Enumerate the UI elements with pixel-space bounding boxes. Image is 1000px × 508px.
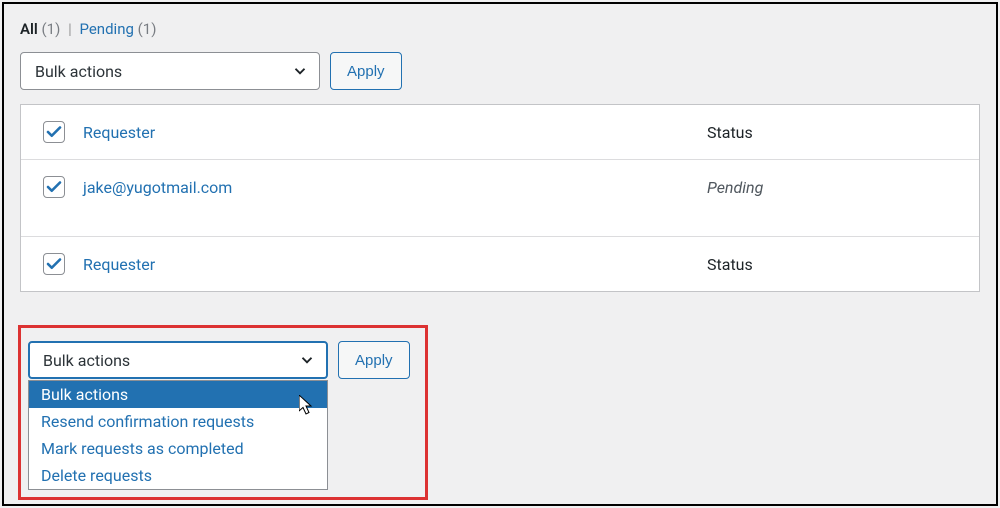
apply-button-top[interactable]: Apply — [330, 52, 402, 90]
bulk-select-value-bottom: Bulk actions — [43, 351, 130, 370]
header-requester-label: Requester — [83, 123, 155, 142]
row-requester-email: jake@yugotmail.com — [83, 178, 232, 197]
bulk-select-value-top: Bulk actions — [35, 62, 122, 81]
row-requester[interactable]: jake@yugotmail.com — [83, 178, 707, 197]
row-status: Pending — [707, 178, 957, 197]
tab-pending-label: Pending — [79, 20, 133, 38]
tab-separator: | — [68, 20, 72, 38]
tab-pending-count: (1) — [138, 20, 157, 38]
select-all-checkbox-top[interactable] — [43, 121, 65, 143]
tab-pending[interactable]: Pending (1) — [79, 20, 156, 38]
dropdown-option-delete[interactable]: Delete requests — [29, 462, 327, 489]
bulk-select-wrap-top: Bulk actions — [20, 52, 320, 90]
header-requester[interactable]: Requester — [83, 123, 707, 142]
chevron-down-icon — [298, 351, 316, 369]
chevron-down-icon — [291, 62, 309, 80]
page-container: All (1) | Pending (1) Bulk actions Apply — [2, 2, 998, 506]
row-checkbox[interactable] — [43, 176, 65, 198]
table-footer-row: Requester Status — [21, 237, 979, 291]
bulk-actions-select-top[interactable]: Bulk actions — [20, 52, 320, 90]
footer-requester[interactable]: Requester — [83, 255, 707, 274]
dropdown-option-mark-complete[interactable]: Mark requests as completed — [29, 435, 327, 462]
dropdown-option-bulk[interactable]: Bulk actions — [29, 381, 327, 408]
bulk-actions-bottom: Bulk actions Bulk actions Resend confirm… — [28, 341, 328, 379]
bulk-actions-dropdown: Bulk actions Resend confirmation request… — [28, 380, 328, 490]
header-status: Status — [707, 123, 957, 142]
tab-all-label: All — [20, 20, 38, 38]
requests-table: Requester Status jake@yugotmail.com Pend… — [20, 104, 980, 292]
filter-tabs: All (1) | Pending (1) — [20, 20, 980, 38]
tab-all-count: (1) — [42, 20, 61, 38]
table-header-row: Requester Status — [21, 105, 979, 160]
select-all-checkbox-bottom[interactable] — [43, 253, 65, 275]
table-row: jake@yugotmail.com Pending — [21, 160, 979, 237]
bulk-actions-top: Bulk actions Apply — [20, 52, 980, 90]
footer-requester-label: Requester — [83, 255, 155, 274]
tab-all[interactable]: All (1) — [20, 20, 64, 38]
dropdown-option-resend[interactable]: Resend confirmation requests — [29, 408, 327, 435]
footer-status: Status — [707, 255, 957, 274]
bulk-actions-select-bottom[interactable]: Bulk actions — [28, 341, 328, 379]
apply-button-bottom[interactable]: Apply — [338, 341, 410, 379]
